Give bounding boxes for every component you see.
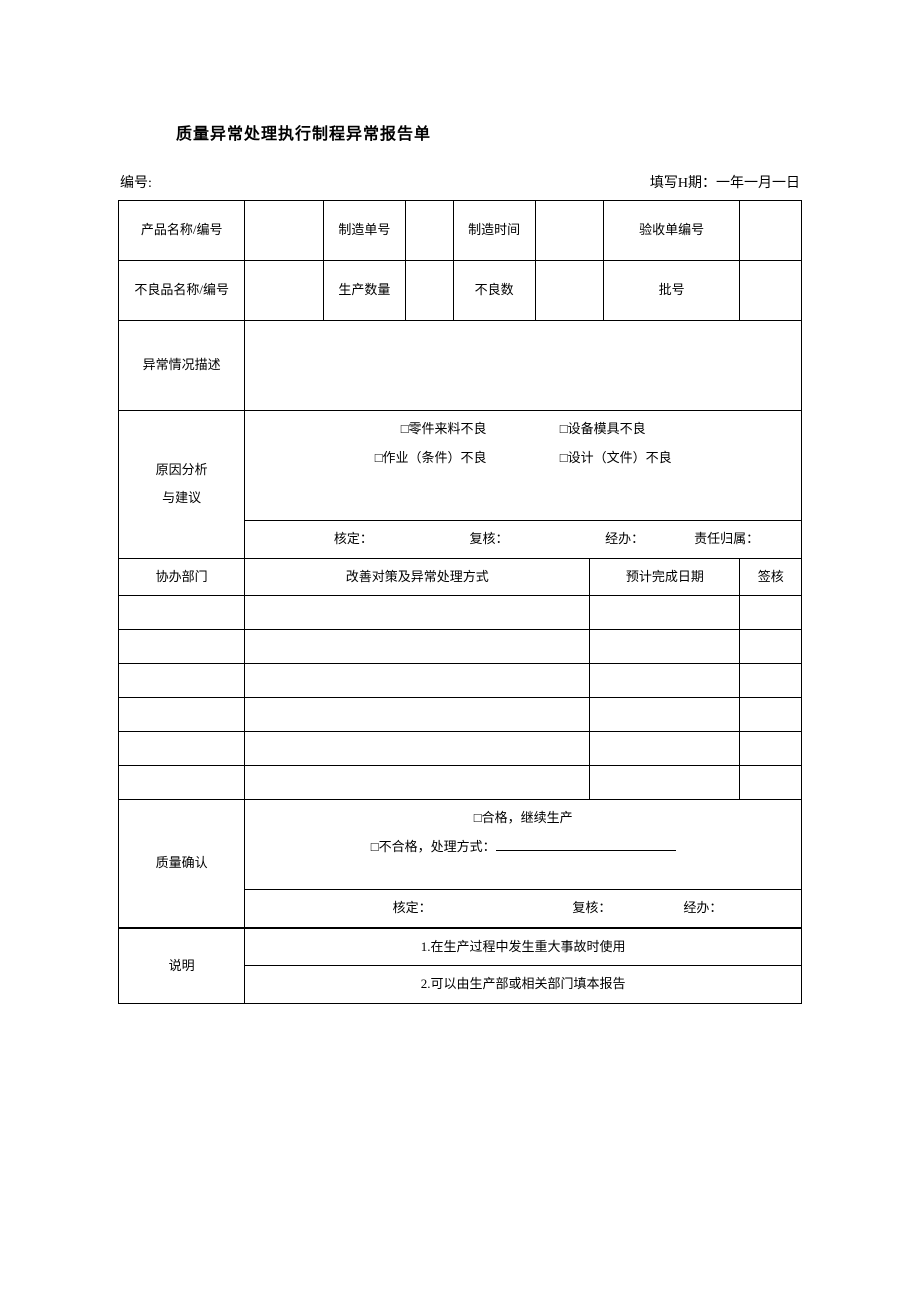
action-r2-due[interactable] — [590, 630, 740, 664]
cause-opt-equipment[interactable]: □设备模具不良 — [560, 415, 646, 444]
meta-row: 编号: 填写H期：一年一月一日 — [118, 172, 802, 192]
r1-receipt-label: 验收单编号 — [603, 201, 740, 261]
action-r5-due[interactable] — [590, 732, 740, 766]
qc-opt-pass[interactable]: □合格，继续生产 — [247, 804, 799, 833]
action-r5-sign[interactable] — [740, 732, 802, 766]
action-r5-measure[interactable] — [245, 732, 590, 766]
action-r4-measure[interactable] — [245, 698, 590, 732]
cause-sig-review[interactable]: 复核： — [423, 525, 555, 554]
cause-options[interactable]: □零件来料不良 □设备模具不良 □作业（条件）不良 □设计（文件）不良 — [245, 411, 802, 521]
qc-sig-approve[interactable]: 核定： — [324, 894, 501, 923]
qc-sig-handle[interactable]: 经办： — [683, 894, 722, 923]
action-r1-sign[interactable] — [740, 596, 802, 630]
r1-time-value[interactable] — [535, 201, 603, 261]
action-r6-sign[interactable] — [740, 766, 802, 800]
abnormal-desc-value[interactable] — [245, 321, 802, 411]
r2-batch-label: 批号 — [603, 261, 740, 321]
abnormal-desc-label: 异常情况描述 — [119, 321, 245, 411]
action-r1-dept[interactable] — [119, 596, 245, 630]
form-date-label: 填写H期：一年一月一日 — [650, 172, 800, 192]
action-hdr-dept: 协办部门 — [119, 558, 245, 596]
action-r3-sign[interactable] — [740, 664, 802, 698]
qc-options[interactable]: □合格，继续生产 □不合格，处理方式： — [245, 800, 802, 890]
action-hdr-sign: 签核 — [740, 558, 802, 596]
cause-label-l1: 原因分析 — [156, 462, 208, 477]
r2-defect-label: 不良品名称/编号 — [119, 261, 245, 321]
cause-sig-handle[interactable]: 经办： — [558, 525, 690, 554]
qc-opt-fail-prefix: □不合格，处理方式： — [371, 839, 496, 854]
cause-opt-operation[interactable]: □作业（条件）不良 — [375, 444, 487, 473]
action-r4-dept[interactable] — [119, 698, 245, 732]
notes-table: 说明 1.在生产过程中发生重大事故时使用 2.可以由生产部或相关部门填本报告 — [118, 928, 802, 1004]
form-title: 质量异常处理执行制程异常报告单 — [176, 120, 802, 144]
action-r3-measure[interactable] — [245, 664, 590, 698]
action-r6-dept[interactable] — [119, 766, 245, 800]
qc-signatures: 核定： 复核： 经办： — [245, 890, 802, 928]
notes-line2: 2.可以由生产部或相关部门填本报告 — [245, 966, 802, 1004]
qc-label: 质量确认 — [119, 800, 245, 928]
action-hdr-measure: 改善对策及异常处理方式 — [245, 558, 590, 596]
r1-time-label: 制造时间 — [453, 201, 535, 261]
cause-sig-approve[interactable]: 核定： — [287, 525, 419, 554]
action-r4-sign[interactable] — [740, 698, 802, 732]
action-r2-dept[interactable] — [119, 630, 245, 664]
cause-signatures: 核定： 复核： 经办： 责任归属： — [245, 521, 802, 559]
action-r1-measure[interactable] — [245, 596, 590, 630]
cause-label-l2: 与建议 — [162, 490, 201, 505]
action-r6-due[interactable] — [590, 766, 740, 800]
form-page: 质量异常处理执行制程异常报告单 编号: 填写H期：一年一月一日 产品名称/编号 … — [0, 0, 920, 1044]
r1-order-value[interactable] — [405, 201, 453, 261]
r2-batch-value[interactable] — [740, 261, 802, 321]
r2-defect-value[interactable] — [245, 261, 324, 321]
action-r2-measure[interactable] — [245, 630, 590, 664]
action-r2-sign[interactable] — [740, 630, 802, 664]
action-r3-dept[interactable] — [119, 664, 245, 698]
action-r5-dept[interactable] — [119, 732, 245, 766]
action-r3-due[interactable] — [590, 664, 740, 698]
action-r1-due[interactable] — [590, 596, 740, 630]
qc-sig-review[interactable]: 复核： — [504, 894, 681, 923]
r1-order-label: 制造单号 — [323, 201, 405, 261]
notes-label: 说明 — [119, 928, 245, 1003]
action-r6-measure[interactable] — [245, 766, 590, 800]
r2-qty-label: 生产数量 — [323, 261, 405, 321]
r2-badqty-value[interactable] — [535, 261, 603, 321]
r1-product-label: 产品名称/编号 — [119, 201, 245, 261]
main-form-table: 产品名称/编号 制造单号 制造时间 验收单编号 不良品名称/编号 生产数量 不良… — [118, 200, 802, 928]
r1-product-value[interactable] — [245, 201, 324, 261]
r2-qty-value[interactable] — [405, 261, 453, 321]
cause-opt-material[interactable]: □零件来料不良 — [401, 415, 487, 444]
r2-badqty-label: 不良数 — [453, 261, 535, 321]
cause-opt-design[interactable]: □设计（文件）不良 — [560, 444, 672, 473]
form-number-label: 编号: — [120, 172, 152, 192]
cause-sig-resp[interactable]: 责任归属： — [694, 525, 759, 554]
action-hdr-due: 预计完成日期 — [590, 558, 740, 596]
r1-receipt-value[interactable] — [740, 201, 802, 261]
notes-line1: 1.在生产过程中发生重大事故时使用 — [245, 928, 802, 966]
cause-label: 原因分析 与建议 — [119, 411, 245, 559]
action-r4-due[interactable] — [590, 698, 740, 732]
qc-opt-fail[interactable]: □不合格，处理方式： — [247, 833, 799, 862]
qc-fail-blank[interactable] — [496, 838, 676, 851]
